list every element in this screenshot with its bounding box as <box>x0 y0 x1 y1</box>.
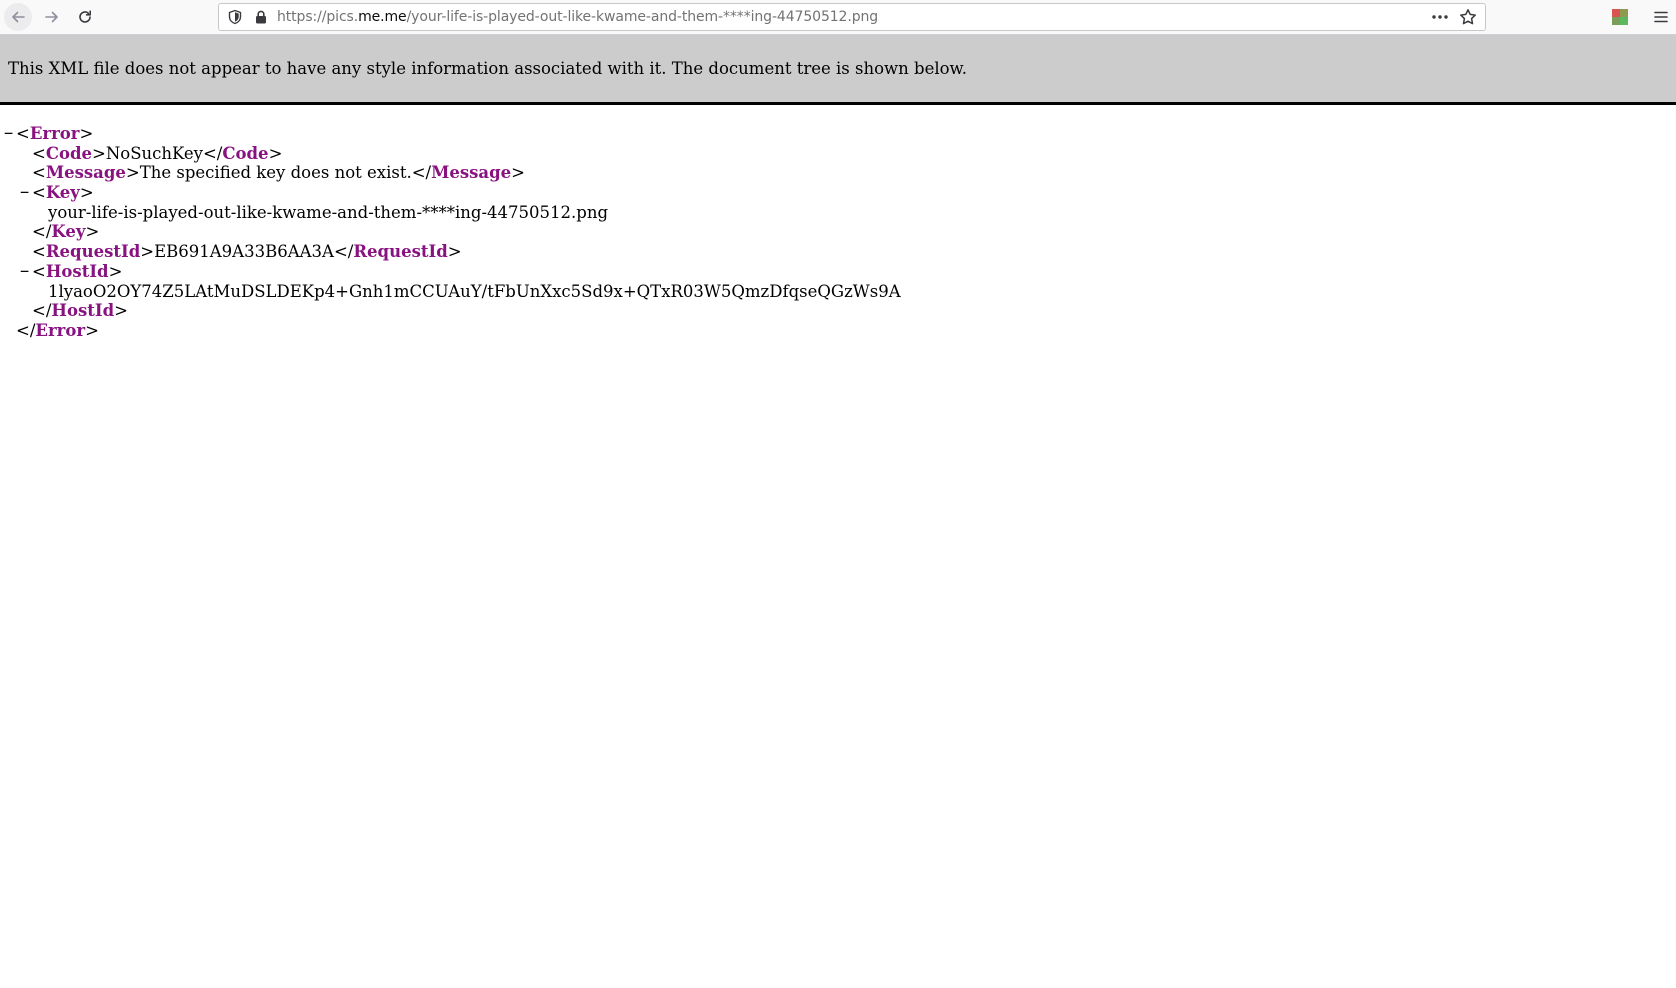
requestid-line: <RequestId>EB691A9A33B6AA3A</RequestId> <box>32 242 462 262</box>
address-bar[interactable]: https://pics.me.me/your-life-is-played-o… <box>218 3 1486 31</box>
hostid-open-line: − <HostId> <box>20 261 123 282</box>
url-prefix: https://pics. <box>277 9 359 25</box>
hostid-value-line: 1lyaoO2OY74Z5LAtMuDSLDEKp4+Gnh1mCCUAuY/t… <box>0 282 1676 302</box>
code-tag-name: Code <box>45 143 93 163</box>
key-value-line: your-life-is-played-out-like-kwame-and-t… <box>0 203 1676 223</box>
code-value: NoSuchKey <box>105 143 203 163</box>
hostid-close-line: </HostId> <box>32 301 128 321</box>
xml-info-message: This XML file does not appear to have an… <box>8 59 967 78</box>
key-tag-name: Key <box>45 183 80 203</box>
code-line: <Code>NoSuchKey</Code> <box>32 143 283 163</box>
forward-arrow-icon <box>45 11 58 23</box>
error-tag-name: Error <box>29 124 80 143</box>
error-collapse-toggle[interactable]: − <box>4 124 13 144</box>
message-tag-name: Message <box>45 163 126 183</box>
key-open-line: − <Key> <box>20 183 94 203</box>
key-close-line: </Key> <box>32 222 100 242</box>
message-line: <Message>The specified key does not exis… <box>32 163 525 183</box>
xml-info-banner: This XML file does not appear to have an… <box>0 35 1676 105</box>
back-button[interactable] <box>4 3 32 31</box>
xml-document-tree: − <Error> <Code>NoSuchKey</Code> <Messag… <box>0 124 1676 341</box>
more-dots-icon[interactable] <box>1431 9 1449 25</box>
hostid-tag-name: HostId <box>45 261 109 281</box>
reload-icon <box>79 10 91 23</box>
requestid-tag-name: RequestId <box>45 242 141 262</box>
message-value: The specified key does not exist. <box>139 163 412 183</box>
reload-button[interactable] <box>71 3 99 31</box>
star-icon[interactable] <box>1459 8 1477 26</box>
key-collapse-toggle[interactable]: − <box>20 183 29 203</box>
url-text[interactable]: https://pics.me.me/your-life-is-played-o… <box>277 4 878 30</box>
error-open-line: − <Error> <box>4 124 94 144</box>
url-path: /your-life-is-played-out-like-kwame-and-… <box>406 9 879 25</box>
browser-toolbar: https://pics.me.me/your-life-is-played-o… <box>0 0 1676 35</box>
hostid-collapse-toggle[interactable]: − <box>20 262 29 282</box>
requestid-value: EB691A9A33B6AA3A <box>154 242 334 262</box>
lock-icon[interactable] <box>253 9 269 25</box>
extension-icon[interactable] <box>1612 9 1628 25</box>
url-domain: me.me <box>358 9 407 25</box>
key-value: your-life-is-played-out-like-kwame-and-t… <box>48 202 609 222</box>
hostid-value: 1lyaoO2OY74Z5LAtMuDSLDEKp4+Gnh1mCCUAuY/t… <box>48 281 901 301</box>
forward-button[interactable] <box>38 3 66 31</box>
hamburger-menu-icon[interactable] <box>1652 8 1670 26</box>
error-close-line: </Error> <box>16 320 99 340</box>
shield-icon[interactable] <box>227 9 243 25</box>
back-arrow-icon <box>12 11 25 23</box>
